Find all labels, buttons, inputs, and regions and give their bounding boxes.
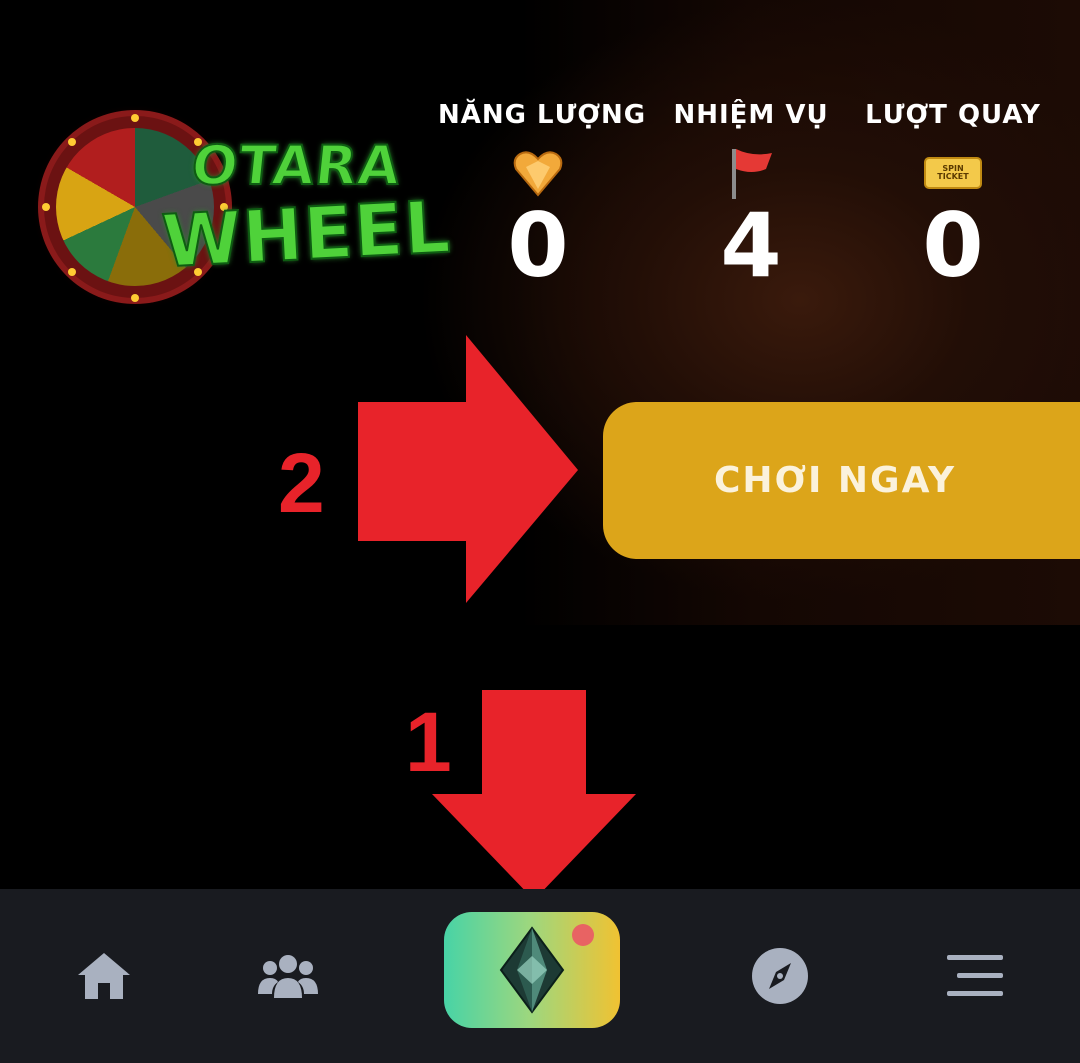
nav-explore[interactable] xyxy=(730,889,830,1063)
otara-wheel-logo: OTARA WHEEL xyxy=(40,112,454,312)
red-right-arrow-icon xyxy=(358,335,578,603)
logo-word-wheel: WHEEL xyxy=(159,183,454,284)
stat-value: 4 xyxy=(720,194,782,297)
crystal-icon xyxy=(499,926,565,1014)
stat-value: 0 xyxy=(507,194,569,297)
annotation-number-2: 2 xyxy=(278,436,325,530)
menu-icon xyxy=(947,955,1003,996)
stat-label: LƯỢT QUAY xyxy=(865,100,1041,130)
play-now-label: CHƠI NGAY xyxy=(714,460,957,501)
nav-menu[interactable] xyxy=(925,889,1025,1063)
stat-label: NĂNG LƯỢNG xyxy=(438,100,647,130)
nav-otara-button[interactable] xyxy=(444,912,620,1028)
stat-value: 0 xyxy=(922,194,984,297)
notification-dot xyxy=(572,924,594,946)
stat-spins: LƯỢT QUAY SPIN TICKET 0 xyxy=(853,100,1053,290)
compass-icon xyxy=(752,948,808,1004)
spin-ticket-icon: SPIN TICKET xyxy=(853,146,1053,200)
stat-label: NHIỆM VỤ xyxy=(673,100,829,130)
play-now-button[interactable]: CHƠI NGAY xyxy=(603,402,1080,559)
nav-community[interactable] xyxy=(238,889,338,1063)
stat-energy: NĂNG LƯỢNG 0 xyxy=(438,100,647,297)
red-down-arrow-icon xyxy=(432,690,636,900)
stat-missions: NHIỆM VỤ 4 xyxy=(651,100,851,290)
home-icon xyxy=(78,953,130,999)
group-icon xyxy=(258,955,318,998)
nav-home[interactable] xyxy=(54,889,154,1063)
flag-icon xyxy=(651,146,851,200)
gem-heart-icon xyxy=(438,146,638,200)
ticket-text: SPIN TICKET xyxy=(937,164,969,181)
